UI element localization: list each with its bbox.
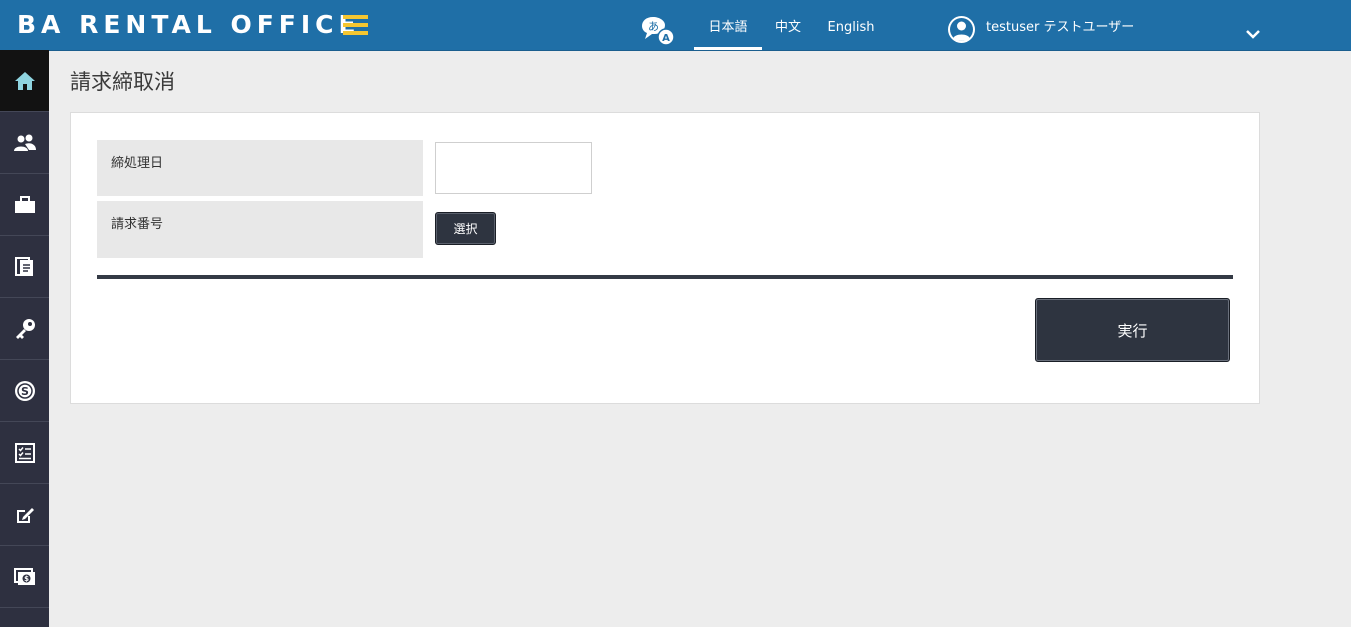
chevron-down-icon[interactable] [1245, 28, 1261, 40]
checklist-icon [14, 442, 35, 463]
divider [97, 275, 1233, 279]
brand-logo[interactable]: BA RENTAL OFFICE [17, 9, 361, 41]
sidebar-item-key[interactable] [0, 298, 49, 360]
sidebar: S $ [0, 50, 49, 627]
svg-text:S: S [21, 385, 29, 398]
key-icon [15, 318, 35, 339]
svg-text:A: A [662, 33, 670, 44]
form-panel: 締処理日 請求番号 選択 実行 [70, 112, 1260, 404]
page-title: 請求締取消 [70, 70, 175, 94]
edit-icon [16, 507, 34, 523]
money-icon: $ [13, 567, 35, 585]
sidebar-item-users[interactable] [0, 112, 49, 174]
execute-button[interactable]: 実行 [1035, 298, 1230, 362]
lang-tab-chinese[interactable]: 中文 [766, 0, 810, 50]
users-icon [13, 134, 36, 151]
select-button[interactable]: 選択 [435, 212, 496, 245]
lang-tab-english[interactable]: English [822, 0, 880, 50]
closing-date-label: 締処理日 [97, 140, 423, 196]
sidebar-item-documents[interactable] [0, 236, 49, 298]
top-bar: BA RENTAL OFFICE あ A 日本語 中文 English test… [0, 0, 1351, 51]
briefcase-icon [14, 195, 35, 213]
sidebar-item-money[interactable]: $ [0, 546, 49, 608]
hamburger-menu-icon[interactable] [343, 15, 368, 35]
user-name[interactable]: testuser テストユーザー [986, 18, 1134, 38]
sidebar-item-briefcase[interactable] [0, 174, 49, 236]
svg-text:あ: あ [648, 20, 659, 33]
sidebar-item-checklist[interactable] [0, 422, 49, 484]
language-icon: あ A [642, 17, 675, 46]
closing-date-input[interactable] [435, 142, 592, 194]
sidebar-item-home[interactable] [0, 50, 49, 112]
invoice-number-label: 請求番号 [97, 201, 423, 258]
sidebar-item-edit[interactable] [0, 484, 49, 546]
svg-text:$: $ [24, 575, 29, 583]
lang-tab-japanese[interactable]: 日本語 [694, 0, 762, 50]
home-icon [14, 71, 35, 90]
coin-icon: S [14, 380, 35, 401]
sidebar-item-billing[interactable]: S [0, 360, 49, 422]
user-avatar-icon[interactable] [947, 15, 976, 44]
documents-icon [14, 256, 33, 276]
